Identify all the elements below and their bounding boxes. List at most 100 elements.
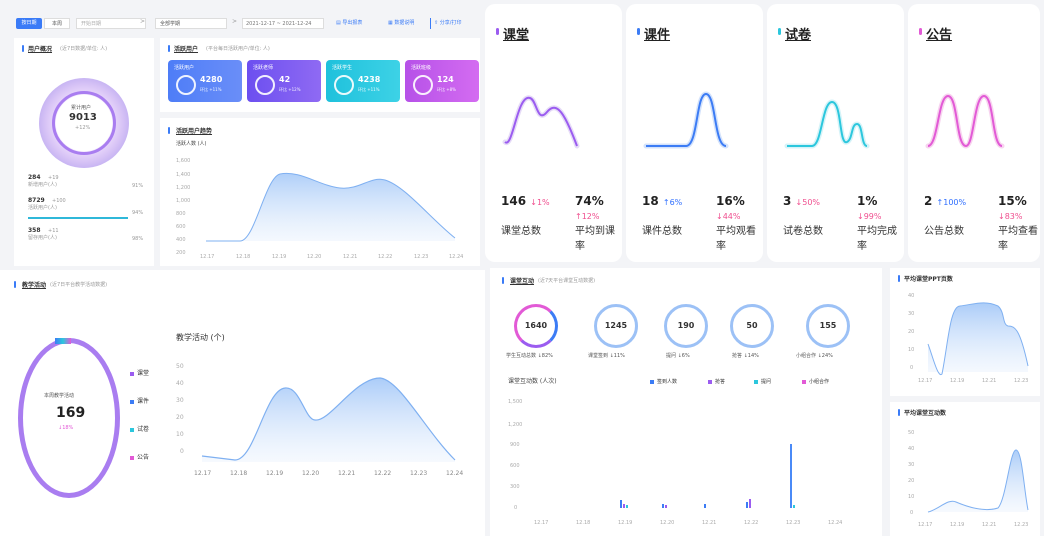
teaching-legend-item[interactable]: 课堂 (130, 368, 149, 377)
x-tick: 12.18 (236, 254, 250, 260)
x-tick: 12.20 (302, 470, 319, 477)
y-tick: 1,000 (176, 198, 190, 204)
x-tick: 12.19 (266, 470, 283, 477)
x-ticks: 12.17 12.18 12.19 12.20 12.21 12.22 12.2… (534, 520, 842, 526)
date-button[interactable]: 按日期 (16, 18, 42, 29)
teaching-center-label: 本周教学活动 (44, 393, 75, 399)
interaction-circle[interactable]: 155 (806, 304, 850, 348)
export-button[interactable]: ▤ 导出报表 (336, 18, 380, 29)
stat-label-2: 平均到课率 (575, 226, 615, 252)
x-tick: 12.19 (950, 378, 964, 384)
legend-swatch (650, 379, 654, 384)
term-select[interactable]: 全部学期 (155, 18, 227, 29)
interaction-chart: 1,500 1,200 900 600 300 0 12.17 12.18 12… (508, 399, 842, 526)
interaction-circle[interactable]: 190 (664, 304, 708, 348)
kpi-ring (255, 75, 275, 95)
y-tick: 600 (176, 224, 186, 230)
stat-value-2: 16% ↓44% (716, 194, 763, 222)
y-tick: 30 (908, 462, 914, 468)
stat-value-2-number: 1% (857, 194, 878, 208)
kpi-card[interactable]: 活跃班级 124 环比 +8% (405, 60, 479, 102)
x-tick: 12.23 (1014, 378, 1028, 384)
stat-card-exam[interactable]: 试卷 3 ↓50% 1% ↓99% 试卷总数 平均完成率 (767, 4, 904, 262)
stat-card-courseware[interactable]: 课件 18 ↑6% 16% ↓44% 课件总数 平均观看率 (626, 4, 763, 262)
y-tick: 600 (510, 463, 520, 469)
stat-value-1-number: 18 (642, 194, 659, 208)
ppt-chart-card: 平均课堂PPT页数 40 30 20 10 0 12.17 12.19 12.2… (890, 268, 1040, 396)
bar-question (626, 505, 628, 508)
interaction-legend-item[interactable]: 提问 (754, 378, 771, 385)
x-tick: 12.17 (200, 254, 214, 260)
legend-label: 小组合作 (809, 379, 830, 385)
interaction-legend-item[interactable]: 签到人数 (650, 378, 677, 385)
stat-label-2: 平均查看率 (998, 226, 1038, 252)
teaching-legend-item[interactable]: 公告 (130, 452, 149, 461)
interaction-legend-item[interactable]: 小组合作 (802, 378, 829, 385)
y-tick: 0 (180, 448, 184, 455)
x-tick: 12.19 (272, 254, 286, 260)
share-icon: ⇪ (434, 20, 439, 26)
interaction-circle[interactable]: 50 (730, 304, 774, 348)
teaching-title: 教学活动 (22, 282, 47, 289)
y-tick: 900 (510, 442, 520, 448)
chart-icon: ▦ (388, 20, 393, 26)
arrow-separator-2: > (232, 18, 238, 25)
active-users-title: 活跃用户 (174, 46, 199, 53)
legend-swatch (130, 427, 134, 432)
interact-area (928, 450, 1028, 512)
date-input[interactable]: 开始日期 (76, 18, 146, 29)
interaction-circle[interactable]: 1640 (514, 304, 558, 348)
stat-sparkline (643, 91, 729, 149)
interaction-circle[interactable]: 1245 (594, 304, 638, 348)
teaching-legend-item[interactable]: 试卷 (130, 424, 149, 433)
section-marker (14, 281, 16, 288)
stat-card-title: 课堂 (503, 28, 530, 43)
stat-value-1: 3 ↓50% (783, 194, 820, 208)
stat-card-title: 试卷 (785, 28, 812, 43)
stat-delta-1: ↓1% (530, 198, 550, 207)
user-row-value: 8729 (28, 197, 45, 204)
section-marker (778, 28, 781, 35)
teaching-legend-item[interactable]: 课件 (130, 396, 149, 405)
interaction-circle-label: 课堂签到 ↓11% (588, 353, 625, 359)
stat-value-1-number: 3 (783, 194, 792, 208)
kpi-card[interactable]: 活跃学生 4238 环比 +11% (326, 60, 400, 102)
stat-label-1: 试卷总数 (783, 226, 823, 237)
stat-value-1: 18 ↑6% (642, 194, 682, 208)
stat-value-2-number: 74% (575, 194, 604, 208)
kpi-card[interactable]: 活跃用户 4280 环比 +11% (168, 60, 242, 102)
y-tick: 20 (908, 329, 914, 335)
total-users-delta: +12% (75, 125, 91, 131)
stat-delta-2: ↓83% (998, 212, 1023, 221)
x-tick: 12.24 (828, 520, 842, 526)
share-button[interactable]: ⇪ 分享/打印 (434, 18, 484, 29)
x-tick: 12.22 (378, 254, 392, 260)
y-tick: 1,400 (176, 172, 190, 178)
section-marker (637, 28, 640, 35)
range-button[interactable]: 本周 (44, 18, 70, 29)
kpi-ring (176, 75, 196, 95)
kpi-sub: 环比 +11% (358, 87, 380, 92)
active-trend-chart: 1,600 1,400 1,200 1,000 800 600 400 200 … (176, 158, 463, 260)
x-tick: 12.21 (982, 378, 996, 384)
x-tick: 12.24 (449, 254, 463, 260)
legend-label: 试卷 (137, 426, 150, 433)
stat-value-1-number: 146 (501, 194, 527, 208)
range-display[interactable]: 2021-12-17 ~ 2021-12-24 (242, 18, 324, 29)
toolbar: 按日期 本周 开始日期 > 全部学期 > 2021-12-17 ~ 2021-1… (0, 0, 485, 34)
section-marker (898, 409, 900, 416)
stat-card-notice[interactable]: 公告 2 ↑100% 15% ↓83% 公告总数 平均查看率 (908, 4, 1040, 262)
ppt-area (928, 302, 1028, 375)
x-tick: 12.23 (410, 470, 427, 477)
x-ticks: 12.17 12.19 12.21 12.23 (918, 378, 1028, 384)
stat-delta-1: ↑6% (662, 198, 683, 207)
interaction-legend-item[interactable]: 抢答 (708, 378, 725, 385)
kpi-card[interactable]: 活跃老师 42 环比 +12% (247, 60, 321, 102)
stat-label-1: 课件总数 (642, 226, 682, 237)
stat-card-classroom[interactable]: 课堂 146 ↓1% 74% ↑12% 课堂总数 平均到课率 (485, 4, 622, 262)
data-overview-button[interactable]: ▦ 数据说明 (388, 18, 428, 29)
active-users-card: 活跃用户 (平台每日活跃用户/单位: 人) 活跃用户 4280 环比 +11% … (160, 38, 480, 112)
x-ticks: 12.17 12.18 12.19 12.20 12.21 12.22 12.2… (194, 470, 463, 477)
kpi-sub: 环比 +12% (279, 87, 301, 92)
bar-checkin (704, 504, 706, 508)
